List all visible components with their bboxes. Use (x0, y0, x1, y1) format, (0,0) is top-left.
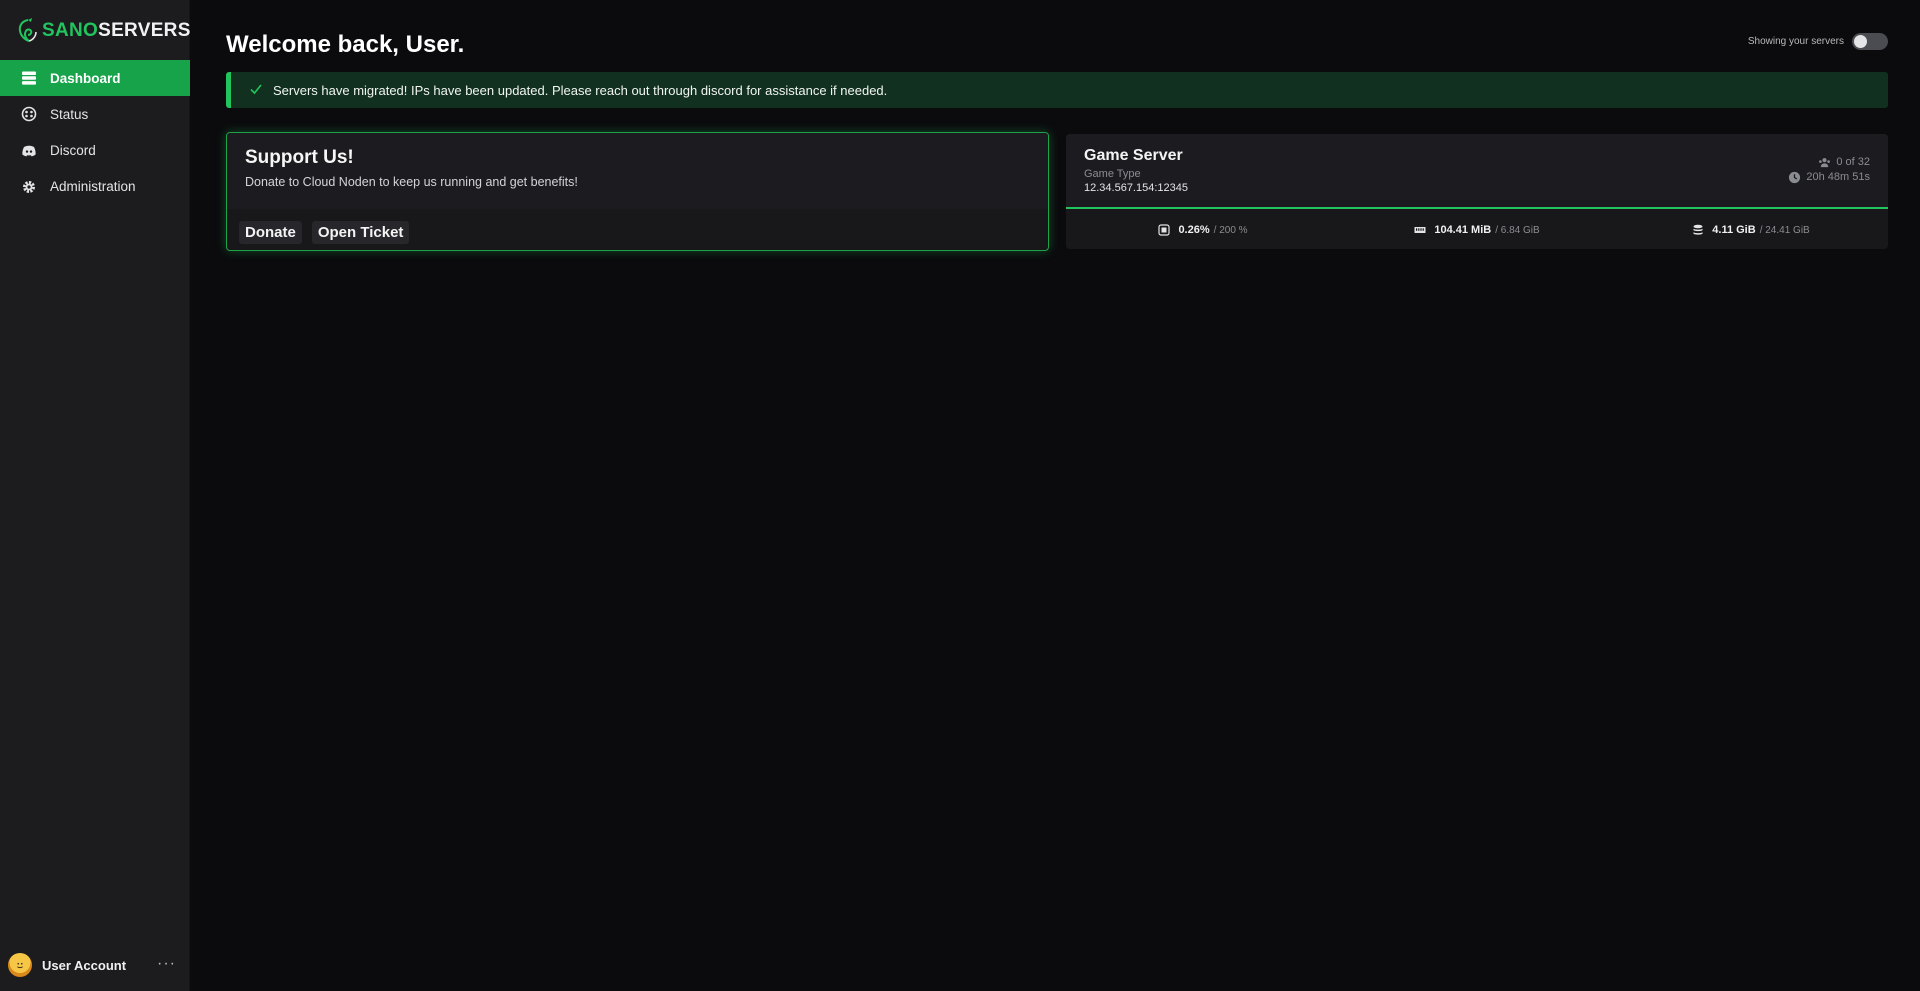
discord-icon (20, 142, 38, 160)
brand-name-part-a: SANO (42, 20, 99, 41)
support-actions: Donate Open Ticket (239, 221, 410, 244)
toggle-knob (1854, 35, 1867, 48)
server-meta: 0 of 32 20h 48m 51s (1788, 155, 1870, 185)
avatar (8, 953, 32, 977)
memory-icon (1414, 227, 1426, 233)
support-title: Support Us! (245, 147, 354, 168)
server-card[interactable]: Game Server Game Type 12.34.567.154:1234… (1066, 134, 1888, 249)
player-count-text: 0 of 32 (1836, 156, 1870, 168)
migration-alert: Servers have migrated! IPs have been upd… (226, 72, 1888, 108)
disk-value: 4.11 GiB (1712, 224, 1756, 236)
dragon-logo-icon (18, 18, 37, 42)
open-ticket-button[interactable]: Open Ticket (311, 221, 410, 244)
sidebar-item-status[interactable]: Status (0, 96, 190, 132)
cpu-icon (1158, 224, 1171, 236)
memory-max: / 6.84 GiB (1495, 224, 1540, 236)
donate-button[interactable]: Donate (239, 221, 302, 244)
sidebar-item-label: Administration (50, 179, 136, 195)
database-icon (1693, 224, 1703, 235)
server-name: Game Server (1084, 147, 1183, 164)
server-type: Game Type (1084, 168, 1141, 180)
server-ip: 12.34.567.154:12345 (1084, 182, 1188, 194)
page-title: Welcome back, User. (226, 31, 465, 58)
server-card-header: Game Server Game Type 12.34.567.154:1234… (1066, 134, 1888, 209)
sidebar-item-label: Status (50, 106, 89, 122)
server-stats: 0.26% / 200 % 104.41 MiB / 6.84 GiB 4.11… (1066, 211, 1888, 249)
support-card: Support Us! Donate to Cloud Noden to kee… (226, 132, 1049, 251)
avatar-face-icon (17, 962, 23, 969)
users-icon (1819, 158, 1831, 168)
uptime: 20h 48m 51s (1788, 170, 1870, 185)
sidebar-nav: Dashboard Status Discord Administration (0, 60, 190, 205)
show-servers-toggle[interactable] (1852, 33, 1888, 50)
cpu-value: 0.26% (1178, 224, 1210, 236)
brand-name-part-b: SERVERS (98, 20, 191, 41)
player-count: 0 of 32 (1788, 155, 1870, 170)
brand-logo[interactable]: SANOSERVERS (16, 14, 191, 48)
cpu-stat: 0.26% / 200 % (1066, 224, 1340, 236)
sidebar-item-discord[interactable]: Discord (0, 133, 190, 169)
disk-max: / 24.41 GiB (1759, 224, 1810, 236)
support-subtitle: Donate to Cloud Noden to keep us running… (245, 175, 578, 189)
server-filter-toggle-group: Showing your servers (1748, 33, 1888, 50)
gear-icon (20, 178, 38, 196)
server-stack-icon (20, 69, 38, 87)
sidebar: SANOSERVERS Dashboard Status Discord Adm… (0, 0, 190, 991)
memory-stat: 104.41 MiB / 6.84 GiB (1340, 224, 1614, 236)
sidebar-item-label: Discord (50, 143, 96, 159)
uptime-text: 20h 48m 51s (1806, 171, 1870, 183)
cpu-max: / 200 % (1213, 224, 1248, 236)
memory-value: 104.41 MiB (1434, 224, 1492, 236)
sidebar-item-administration[interactable]: Administration (0, 169, 190, 205)
sidebar-item-label: Dashboard (50, 70, 121, 86)
account-name: User Account (42, 957, 127, 973)
user-account[interactable]: User Account ··· (0, 939, 190, 991)
main-content: Welcome back, User. Showing your servers… (190, 0, 1920, 991)
check-icon (249, 82, 263, 99)
support-card-header: Support Us! Donate to Cloud Noden to kee… (227, 133, 1048, 209)
disk-stat: 4.11 GiB / 24.41 GiB (1614, 224, 1888, 236)
sidebar-item-dashboard[interactable]: Dashboard (0, 60, 190, 96)
app-root: SANOSERVERS Dashboard Status Discord Adm… (0, 0, 1920, 991)
brand-name: SANOSERVERS (42, 20, 191, 42)
clock-icon (1789, 171, 1801, 184)
status-icon (20, 105, 38, 123)
toggle-label: Showing your servers (1747, 36, 1844, 47)
more-options-icon[interactable]: ··· (157, 955, 176, 973)
alert-message: Servers have migrated! IPs have been upd… (273, 82, 888, 98)
